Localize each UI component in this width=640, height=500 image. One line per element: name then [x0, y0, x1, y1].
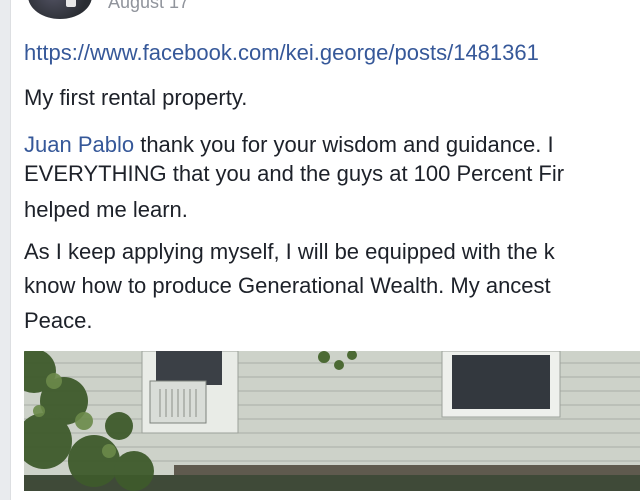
post-paragraph-2-line-3: helped me learn.: [24, 197, 188, 222]
post-paragraph-2-line-1: thank you for your wisdom and guidance. …: [134, 132, 554, 157]
post-paragraph-3-line-3: Peace.: [24, 308, 93, 333]
avatar-shirt-detail: [66, 0, 76, 7]
post-paragraph-3-line-1: As I keep applying myself, I will be equ…: [24, 239, 555, 264]
mention-link[interactable]: Juan Pablo: [24, 132, 134, 157]
post-paragraph-2-line-2: EVERYTHING that you and the guys at 100 …: [24, 161, 565, 186]
post-paragraph-1: My first rental property.: [24, 85, 248, 110]
post-date[interactable]: August 17: [108, 0, 189, 13]
post-paragraph-3-line-2: know how to produce Generational Wealth.…: [24, 273, 551, 298]
post-link[interactable]: https://www.facebook.com/kei.george/post…: [24, 40, 539, 66]
post-photo[interactable]: [24, 351, 640, 491]
house-photo-image: [24, 351, 640, 491]
